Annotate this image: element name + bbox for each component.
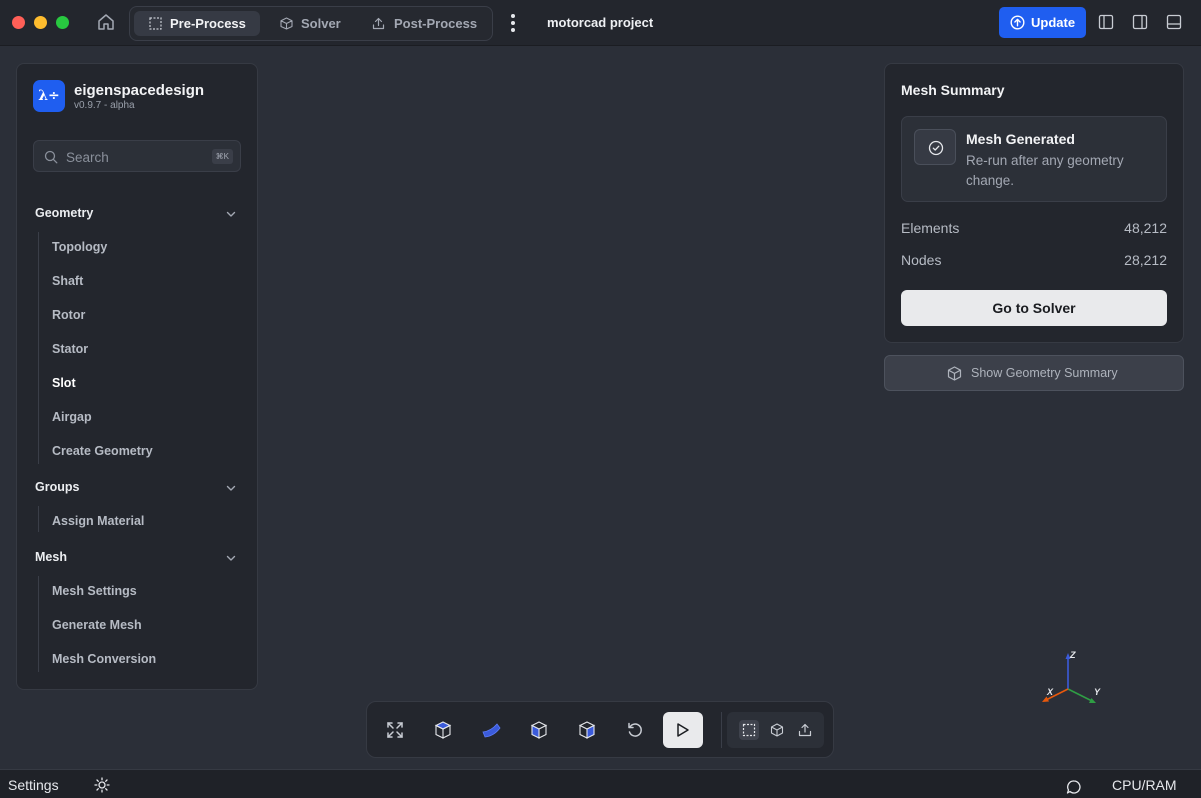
settings-button[interactable]: Settings — [8, 777, 59, 793]
elements-label: Elements — [901, 220, 960, 236]
mode-switcher — [727, 712, 824, 748]
nav-divider — [38, 232, 39, 464]
nav-divider — [38, 506, 39, 532]
cpu-ram-monitor[interactable]: CPU/RAM — [1112, 777, 1177, 793]
nav-divider — [38, 576, 39, 672]
nodes-value: 28,212 — [1124, 252, 1167, 268]
brand-version: v0.9.7 - alpha — [74, 100, 135, 111]
viewport-toolbar — [366, 701, 834, 758]
selection-square-icon — [149, 17, 162, 30]
home-icon[interactable] — [96, 12, 116, 32]
tab-solver[interactable]: Solver — [266, 11, 356, 36]
tab-label: Pre-Process — [170, 16, 246, 31]
toggle-left-panel-icon[interactable] — [1098, 14, 1114, 30]
sidebar-item-assign-material[interactable]: Assign Material — [52, 514, 144, 528]
rotate-ccw-icon — [628, 722, 642, 737]
mode-solver-button[interactable] — [767, 720, 787, 740]
search-icon — [44, 150, 58, 164]
search-input[interactable]: Search ⌘K — [33, 140, 241, 172]
expand-arrows-icon — [387, 722, 403, 738]
sidebar-item-slot[interactable]: Slot — [52, 376, 76, 390]
brand-name: eigenspacedesign — [74, 82, 205, 99]
cube-icon — [770, 723, 784, 737]
check-circle-icon — [928, 140, 944, 156]
group-geometry[interactable]: Geometry — [35, 206, 93, 220]
status-bar: Settings CPU/RAM — [0, 769, 1201, 798]
chevron-down-icon[interactable] — [225, 208, 237, 220]
sidebar-item-topology[interactable]: Topology — [52, 240, 107, 254]
minimize-window-button[interactable] — [34, 16, 47, 29]
app-logo: λ÷ — [33, 80, 65, 112]
tab-post-process[interactable]: Post-Process — [362, 11, 488, 36]
tab-pre-process[interactable]: Pre-Process — [134, 11, 260, 36]
view-side-button[interactable] — [569, 712, 605, 748]
x-axis-label: X — [1046, 687, 1054, 697]
nodes-label: Nodes — [901, 252, 942, 268]
play-icon — [677, 723, 689, 737]
view-curved-surface-icon — [482, 723, 501, 738]
z-axis-label: Z — [1069, 650, 1076, 660]
project-name: motorcad project — [547, 15, 654, 30]
cube-icon — [280, 17, 293, 30]
chat-bubble-icon[interactable] — [1066, 779, 1082, 795]
tab-label: Solver — [301, 16, 341, 31]
tab-label: Post-Process — [394, 16, 478, 31]
view-top-button[interactable] — [425, 712, 461, 748]
view-front-button[interactable] — [521, 712, 557, 748]
update-button[interactable]: Update — [999, 7, 1086, 38]
close-window-button[interactable] — [12, 16, 25, 29]
reset-view-button[interactable] — [617, 712, 653, 748]
workflow-tabs: Pre-Process Solver Post-Process — [129, 6, 493, 41]
chevron-down-icon[interactable] — [225, 552, 237, 564]
group-mesh[interactable]: Mesh — [35, 550, 67, 564]
sun-icon[interactable] — [94, 777, 110, 793]
view-iso-button[interactable] — [473, 712, 509, 748]
axis-triad[interactable]: Z Y X — [1036, 645, 1106, 711]
y-axis-label: Y — [1094, 687, 1101, 697]
maximize-window-button[interactable] — [56, 16, 69, 29]
search-shortcut: ⌘K — [211, 149, 233, 164]
fit-view-button[interactable] — [377, 712, 413, 748]
elements-value: 48,212 — [1124, 220, 1167, 236]
sidebar: λ÷ eigenspacedesign v0.9.7 - alpha Searc… — [16, 63, 258, 690]
view-cube-front-icon — [530, 721, 548, 739]
search-placeholder: Search — [66, 150, 109, 165]
update-label: Update — [1031, 15, 1076, 30]
go-to-solver-button[interactable]: Go to Solver — [901, 290, 1167, 326]
mode-pre-process-button[interactable] — [739, 720, 759, 740]
mesh-summary-panel: Mesh Summary Mesh Generated Re-run after… — [884, 63, 1184, 343]
upload-icon — [372, 17, 385, 30]
sidebar-item-create-geometry[interactable]: Create Geometry — [52, 444, 153, 458]
show-geometry-summary-button[interactable]: Show Geometry Summary — [884, 355, 1184, 391]
sidebar-item-rotor[interactable]: Rotor — [52, 308, 85, 322]
view-cube-side-icon — [578, 721, 596, 739]
mode-post-process-button[interactable] — [795, 720, 815, 740]
sidebar-item-stator[interactable]: Stator — [52, 342, 88, 356]
panel-title: Mesh Summary — [901, 82, 1005, 98]
cube-icon — [947, 366, 962, 381]
title-bar: Pre-Process Solver Post-Process motorcad… — [0, 0, 1201, 46]
sidebar-item-generate-mesh[interactable]: Generate Mesh — [52, 618, 142, 632]
toggle-bottom-panel-icon[interactable] — [1166, 14, 1182, 30]
toolbar-divider — [721, 712, 722, 748]
run-button[interactable] — [663, 712, 703, 748]
arrow-up-circle-icon — [1010, 15, 1025, 30]
sidebar-item-shaft[interactable]: Shaft — [52, 274, 83, 288]
upload-icon — [798, 723, 812, 737]
sidebar-item-mesh-conversion[interactable]: Mesh Conversion — [52, 652, 156, 666]
sidebar-item-airgap[interactable]: Airgap — [52, 410, 92, 424]
group-groups[interactable]: Groups — [35, 480, 79, 494]
status-icon-box — [914, 129, 956, 165]
button-label: Show Geometry Summary — [971, 366, 1118, 380]
selection-square-icon — [742, 723, 756, 737]
view-cube-top-icon — [434, 721, 452, 739]
more-options-icon[interactable] — [508, 12, 518, 34]
sidebar-item-mesh-settings[interactable]: Mesh Settings — [52, 584, 137, 598]
status-title: Mesh Generated — [966, 131, 1075, 147]
status-description: Re-run after any geometry change. — [966, 153, 1124, 188]
mesh-status-box: Mesh Generated Re-run after any geometry… — [901, 116, 1167, 202]
chevron-down-icon[interactable] — [225, 482, 237, 494]
toggle-right-panel-icon[interactable] — [1132, 14, 1148, 30]
